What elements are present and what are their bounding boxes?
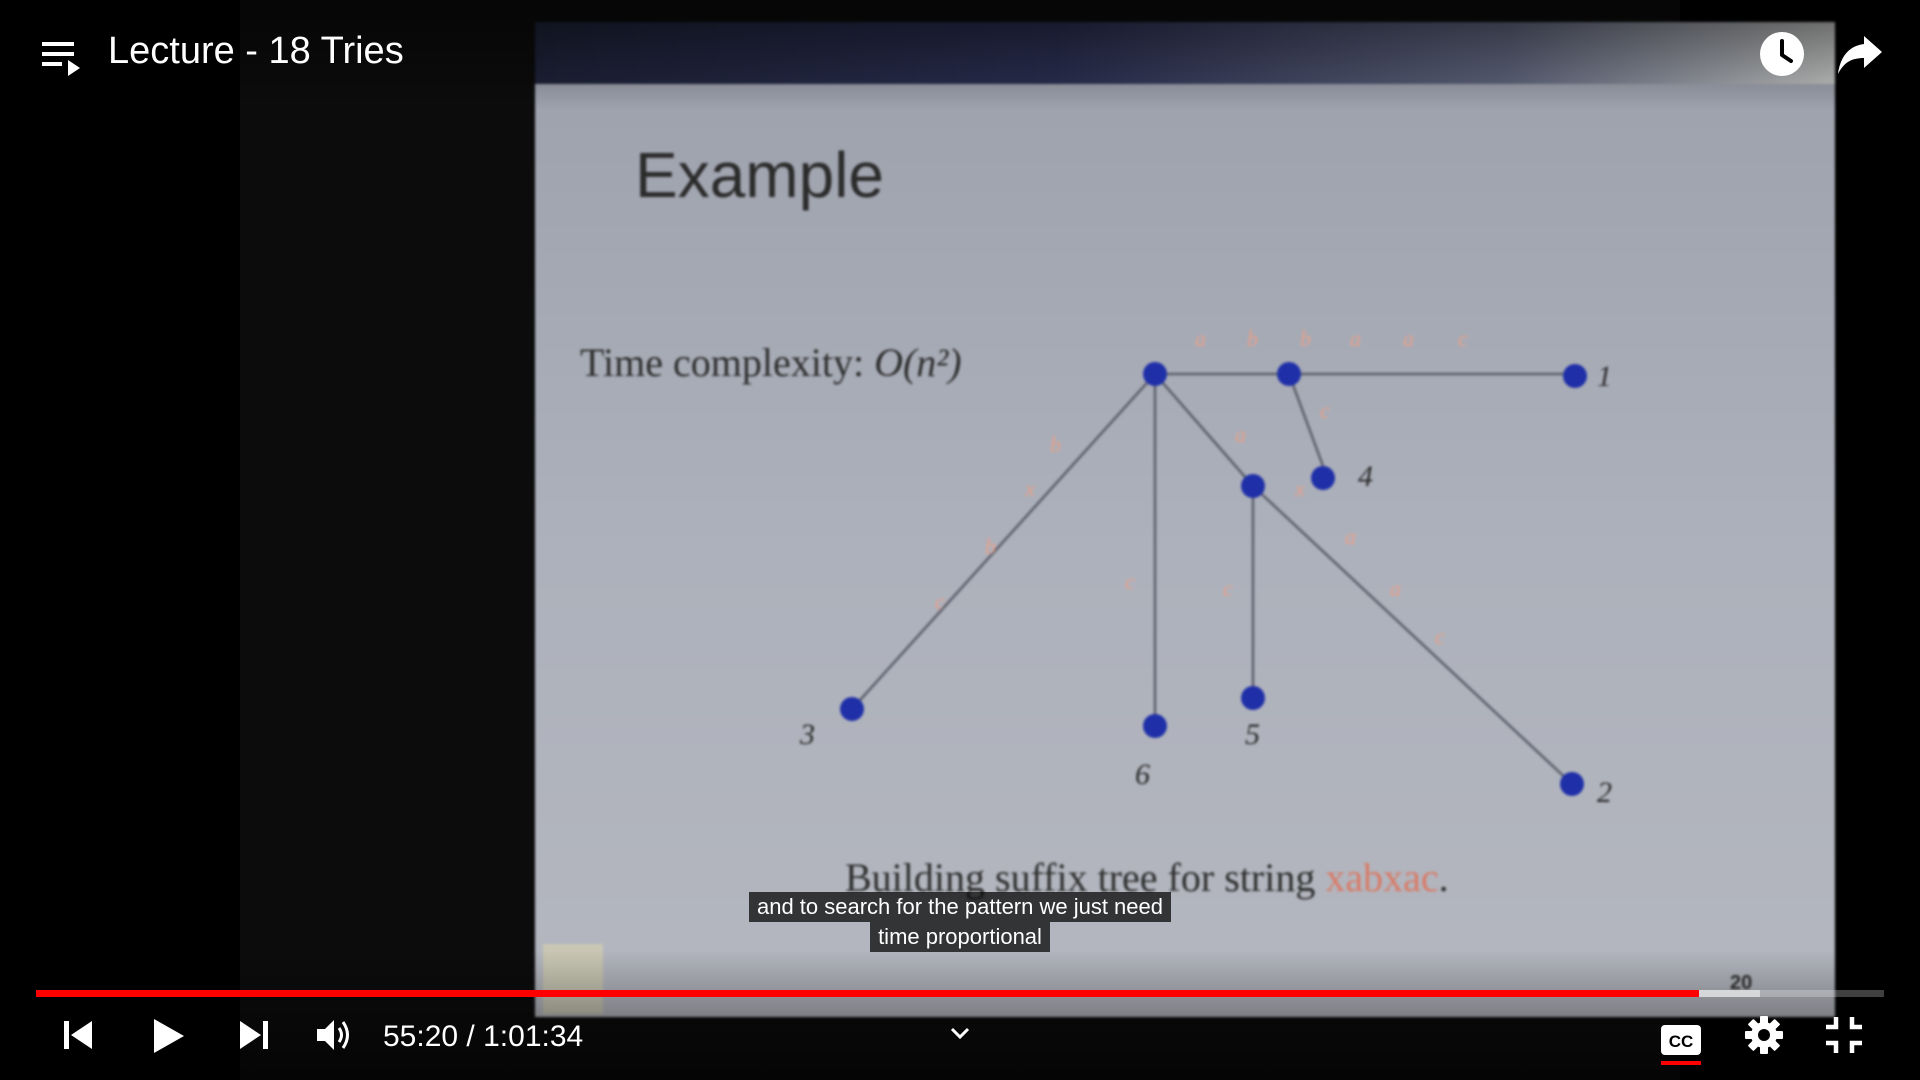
time-display: 55:20 / 1:01:34 — [383, 1020, 583, 1054]
current-time: 55:20 — [383, 1020, 459, 1053]
progress-played — [36, 990, 1700, 997]
svg-text:c: c — [1320, 398, 1330, 423]
gear-icon[interactable] — [1744, 1015, 1784, 1055]
leaf-label: 2 — [1597, 776, 1612, 809]
leaf-label: 5 — [1245, 718, 1260, 751]
svg-text:x: x — [1294, 476, 1305, 501]
playlist-icon[interactable] — [40, 38, 84, 78]
svg-text:b: b — [1050, 432, 1061, 457]
captions-active-indicator — [1661, 1061, 1701, 1065]
cc-label: CC — [1669, 1032, 1694, 1051]
svg-text:c: c — [1125, 569, 1135, 594]
svg-text:x: x — [1024, 476, 1035, 501]
svg-text:a: a — [1390, 576, 1401, 601]
caption-line: time proportional — [870, 922, 1050, 952]
svg-text:c: c — [1223, 576, 1233, 601]
volume-icon[interactable] — [314, 1015, 354, 1055]
svg-text:c: c — [935, 589, 945, 614]
caption-line: and to search for the pattern we just ne… — [748, 892, 1172, 922]
skip-previous-icon[interactable] — [60, 1015, 96, 1055]
leaf-label: 4 — [1358, 460, 1373, 493]
svg-text:c: c — [1435, 624, 1445, 649]
slide-body: Example Time complexity: O(n²) abbaac bx… — [535, 84, 1835, 1017]
svg-text:a: a — [1403, 326, 1414, 351]
share-arrow-icon[interactable] — [1836, 32, 1884, 78]
svg-text:b: b — [985, 534, 996, 559]
exit-fullscreen-icon[interactable] — [1824, 1015, 1864, 1055]
lecture-slide: Example Time complexity: O(n²) abbaac bx… — [535, 22, 1835, 1017]
svg-text:a: a — [1195, 326, 1206, 351]
svg-text:a: a — [1345, 524, 1356, 549]
closed-captions-icon[interactable]: CC — [1660, 1024, 1702, 1056]
leaf-label: 1 — [1597, 360, 1612, 393]
svg-text:c: c — [1458, 326, 1468, 351]
leaf-label: 6 — [1135, 758, 1150, 791]
svg-text:b: b — [1247, 326, 1258, 351]
skip-next-icon[interactable] — [236, 1015, 272, 1055]
top-bar: Lecture - 18 Tries — [0, 0, 1920, 110]
svg-text:a: a — [1235, 422, 1246, 447]
time-separator: / — [466, 1020, 475, 1053]
leaf-label: 3 — [799, 718, 815, 751]
clock-icon[interactable] — [1758, 30, 1806, 78]
play-icon[interactable] — [148, 1015, 188, 1057]
duration: 1:01:34 — [483, 1020, 584, 1053]
svg-text:b: b — [1300, 326, 1311, 351]
controls-gradient — [0, 950, 1920, 1080]
svg-text:a: a — [1350, 326, 1361, 351]
chevron-down-icon[interactable] — [946, 1024, 974, 1044]
video-title[interactable]: Lecture - 18 Tries — [108, 30, 404, 73]
progress-bar[interactable] — [36, 990, 1884, 997]
caption-window: and to search for the pattern we just ne… — [0, 892, 1920, 952]
